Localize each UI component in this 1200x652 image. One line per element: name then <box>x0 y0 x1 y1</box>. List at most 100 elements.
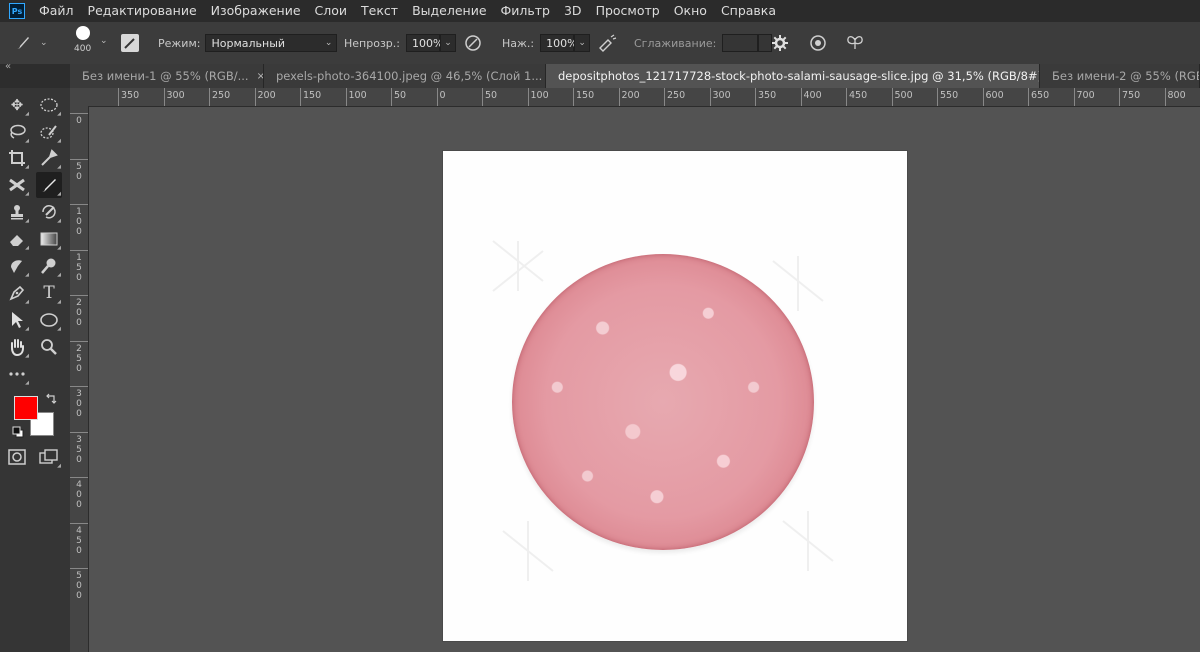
blend-mode-select[interactable]: Нормальный ⌄ <box>205 34 338 52</box>
foreground-color-swatch[interactable] <box>14 396 38 420</box>
ruler-tick-label: 4 5 0 <box>76 525 82 556</box>
ruler-tick-label: 100 <box>530 90 549 101</box>
butterfly-icon <box>847 36 863 49</box>
horizontal-ruler[interactable]: 350 300 250 200 150 100 50 0 50 100 150 200 250 300 35… <box>88 88 1200 107</box>
hand-tool[interactable]: ◢ <box>4 334 30 360</box>
lasso-tool[interactable]: ◢ <box>4 119 30 145</box>
smoothing-group: Сглаживание: <box>634 22 773 64</box>
submenu-triangle-icon: ◢ <box>25 380 29 386</box>
ruler-tick <box>70 113 88 114</box>
photoshop-logo-icon[interactable]: Ps <box>9 3 25 19</box>
zoom-tool[interactable] <box>36 334 62 360</box>
screen-mode-button[interactable]: ◢ <box>36 444 62 470</box>
path-selection-tool[interactable]: ◢ <box>4 307 30 333</box>
menu-type[interactable]: Текст <box>355 0 406 22</box>
mode-group: Режим: Нормальный ⌄ <box>158 22 338 64</box>
brush-settings-panel-icon[interactable] <box>121 34 139 52</box>
eyedropper-tool[interactable]: ◢ <box>36 145 62 171</box>
flow-group: Наж.: 100% ⌄ <box>502 22 591 64</box>
menu-view[interactable]: Просмотр <box>590 0 668 22</box>
lasso-icon <box>10 124 26 139</box>
ruler-tick-label: 700 <box>1076 90 1095 101</box>
gear-icon <box>772 35 788 51</box>
smoothing-input[interactable] <box>722 34 759 52</box>
move-tool[interactable]: ✥ ◢ <box>4 92 30 118</box>
more-tools-button[interactable]: ◢ <box>4 361 30 387</box>
ruler-tick-label: 250 <box>212 90 231 101</box>
ruler-tick <box>70 295 88 296</box>
menu-3d[interactable]: 3D <box>558 0 590 22</box>
history-brush-tool[interactable]: ◢ <box>36 199 62 225</box>
opacity-input[interactable]: 100% <box>405 34 443 52</box>
brush-preview-icon[interactable] <box>76 26 90 40</box>
ruler-tick <box>391 88 392 106</box>
symmetry-button[interactable] <box>845 22 865 64</box>
brush-picker-chevron-icon[interactable]: ⌄ <box>100 36 108 46</box>
tool-preset-picker[interactable]: ⌄ <box>14 22 48 64</box>
brush-tool[interactable]: ◢ <box>36 172 62 198</box>
screen-mode-icon <box>39 449 58 464</box>
swap-colors-icon[interactable] <box>45 393 57 405</box>
eyedropper-icon <box>41 149 58 166</box>
menu-filter[interactable]: Фильтр <box>495 0 558 22</box>
submenu-triangle-icon: ◢ <box>57 218 61 224</box>
tab-document-4[interactable]: Без имени-2 @ 55% (RGB/... × <box>1040 64 1200 88</box>
clone-stamp-tool[interactable]: ◢ <box>4 199 30 225</box>
zoom-icon <box>41 339 57 355</box>
move-icon: ✥ <box>10 96 24 114</box>
menu-window[interactable]: Окно <box>668 0 715 22</box>
opacity-dropdown-button[interactable]: ⌄ <box>439 34 456 52</box>
ellipse-tool[interactable]: ◢ <box>36 307 62 333</box>
menu-image[interactable]: Изображение <box>205 0 309 22</box>
default-colors-icon[interactable] <box>12 426 24 438</box>
path-selection-icon <box>12 312 23 328</box>
quick-selection-tool[interactable]: ◢ <box>36 119 62 145</box>
chevron-down-icon: ⌄ <box>40 38 48 48</box>
smudge-icon <box>11 260 22 273</box>
eraser-tool[interactable]: ◢ <box>4 226 30 252</box>
flow-dropdown-button[interactable]: ⌄ <box>574 34 591 52</box>
smoothing-dropdown-button[interactable] <box>758 34 773 52</box>
tab-document-1[interactable]: Без имени-1 @ 55% (RGB/... × <box>70 64 264 88</box>
tab-document-2[interactable]: pexels-photo-364100.jpeg @ 46,5% (Слой 1… <box>264 64 546 88</box>
ruler-tick-label: 750 <box>1122 90 1141 101</box>
ruler-tick <box>527 88 529 106</box>
tab-label: depositphotos_121717728-stock-photo-sala… <box>558 69 1040 83</box>
tools-panel: ✥ ◢ ◢ ◢ ◢ ◢ ◢ ◢ ◢ ◢ ◢ ◢ ◢ ◢ ◢ ◢ T ◢ ◢ ◢ ◢ … <box>0 88 71 652</box>
quick-mask-button[interactable] <box>4 444 30 470</box>
size-pressure-toggle[interactable] <box>809 22 827 64</box>
airbrush-toggle[interactable] <box>597 22 617 64</box>
gradient-tool[interactable]: ◢ <box>36 226 62 252</box>
close-icon[interactable]: × <box>257 71 263 82</box>
ruler-tick-label: 4 0 0 <box>76 480 82 510</box>
ruler-tick-label: 600 <box>985 90 1004 101</box>
mode-label: Режим: <box>158 36 201 50</box>
ruler-tick <box>70 340 88 342</box>
type-tool[interactable]: T ◢ <box>36 280 62 306</box>
menu-file[interactable]: Файл <box>33 0 82 22</box>
smudge-tool[interactable]: ◢ <box>4 253 30 279</box>
ruler-tick <box>573 88 574 106</box>
flow-input[interactable]: 100% <box>540 34 578 52</box>
dodge-tool[interactable]: ◢ <box>36 253 62 279</box>
submenu-triangle-icon: ◢ <box>25 164 29 170</box>
ruler-origin[interactable] <box>70 88 88 106</box>
menu-layers[interactable]: Слои <box>309 0 356 22</box>
history-brush-icon <box>42 205 56 219</box>
healing-brush-tool[interactable]: ◢ <box>4 172 30 198</box>
pen-tool[interactable]: ◢ <box>4 280 30 306</box>
hand-icon <box>11 339 24 356</box>
ruler-tick <box>254 88 256 106</box>
tab-document-active[interactable]: depositphotos_121717728-stock-photo-sala… <box>546 64 1040 88</box>
collapse-panels-icon[interactable]: « <box>5 61 11 72</box>
menu-select[interactable]: Выделение <box>406 0 494 22</box>
crop-tool[interactable]: ◢ <box>4 145 30 171</box>
menu-help[interactable]: Справка <box>715 0 784 22</box>
ruler-tick-label: 650 <box>1031 90 1050 101</box>
opacity-pressure-toggle[interactable] <box>464 22 482 64</box>
chevron-down-icon: ⌄ <box>578 38 586 48</box>
smoothing-options-button[interactable] <box>772 22 788 64</box>
elliptical-marquee-tool[interactable]: ◢ <box>36 92 62 118</box>
vertical-ruler[interactable]: 0 5 0 1 0 0 1 5 0 2 0 0 2 5 0 3 0 0 3 5 0 4 0 0 4… <box>70 106 89 652</box>
menu-edit[interactable]: Редактирование <box>82 0 205 22</box>
